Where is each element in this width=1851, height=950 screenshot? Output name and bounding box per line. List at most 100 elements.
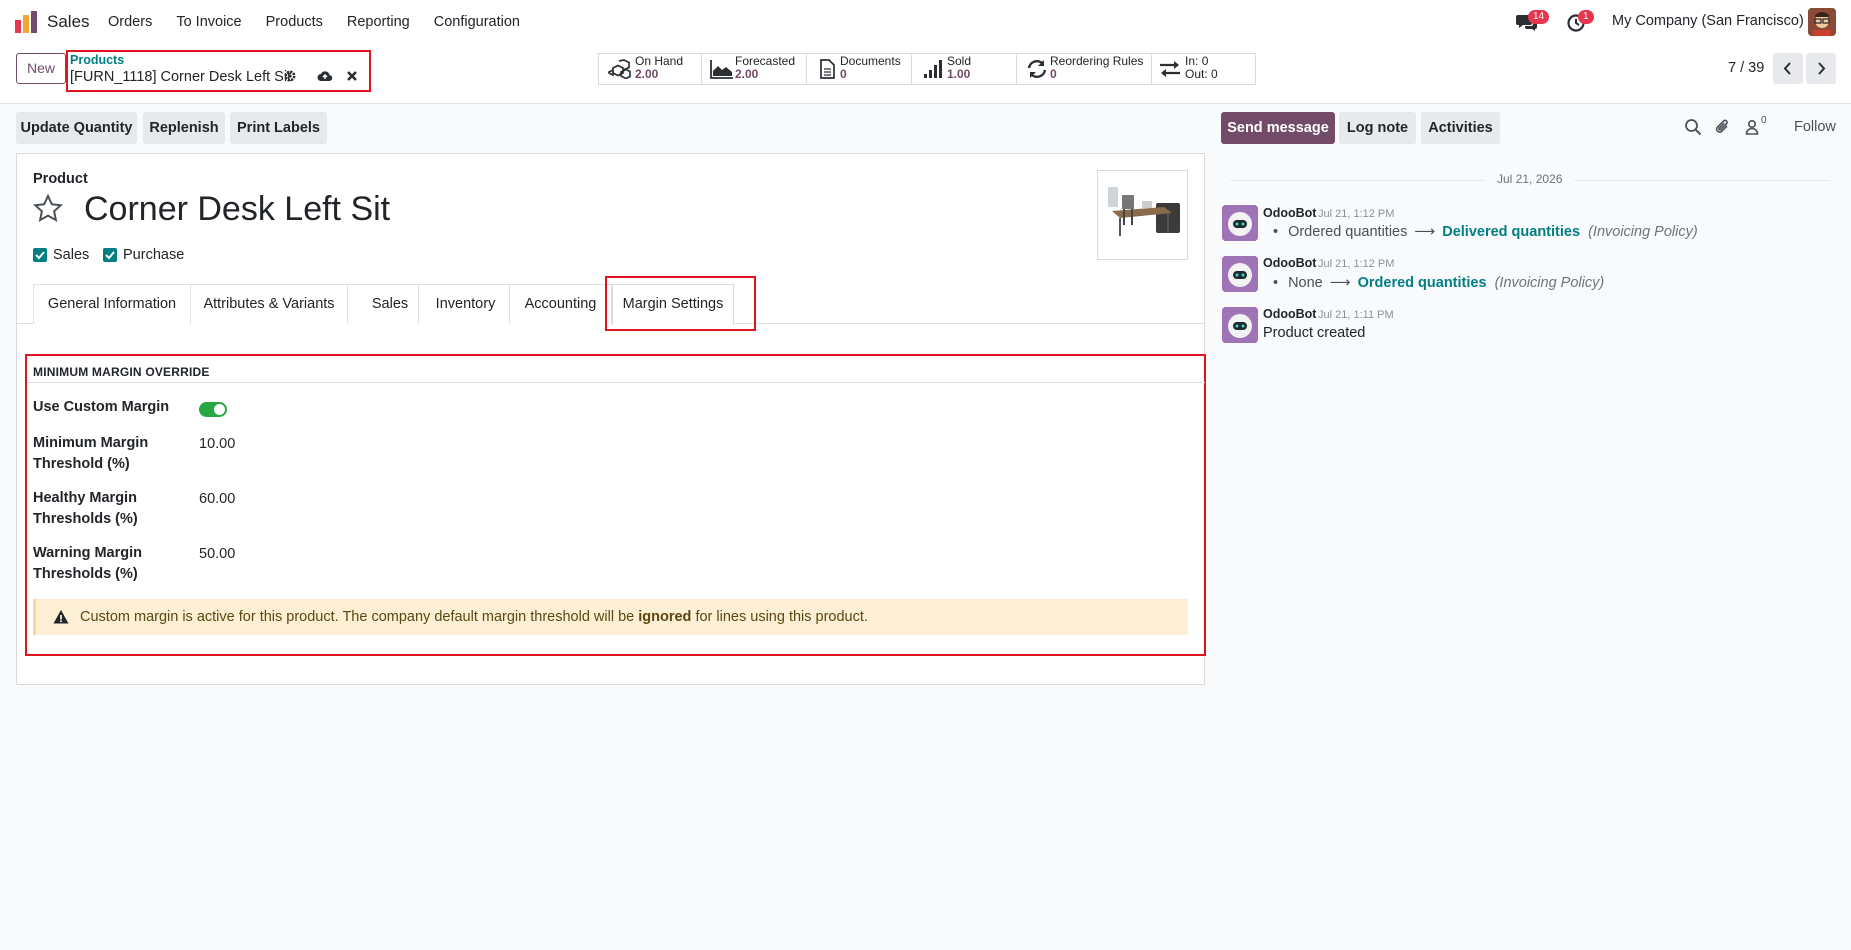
stat-label: Sold [947, 54, 972, 68]
min-threshold-field[interactable]: 10.00 [199, 436, 235, 452]
purchase-checkbox[interactable] [103, 248, 117, 262]
robot-icon [1222, 256, 1258, 292]
log-note-button[interactable]: Log note [1339, 112, 1416, 144]
discard-close-icon[interactable] [345, 69, 359, 83]
odoobot-avatar[interactable] [1222, 256, 1258, 292]
stat-label: Reordering Rules [1050, 54, 1144, 68]
paperclip-icon[interactable] [1714, 118, 1732, 136]
sales-checkbox[interactable] [33, 248, 47, 262]
breadcrumb-current: [FURN_1118] Corner Desk Left Sit [70, 69, 292, 85]
stat-reordering-rules[interactable]: Reordering Rules 0 [1016, 53, 1151, 85]
min-threshold-label: Minimum Margin Threshold (%) [33, 435, 149, 472]
update-quantity-button[interactable]: Update Quantity [16, 112, 137, 144]
menu-reporting[interactable]: Reporting [347, 14, 410, 30]
pager-previous-button[interactable] [1773, 53, 1803, 84]
replenish-button[interactable]: Replenish [143, 112, 225, 144]
activities-badge: 1 [1578, 10, 1594, 24]
stat-value: 2.00 [635, 67, 659, 81]
product-label: Product [33, 171, 88, 187]
message-time: Jul 21, 1:12 PM [1318, 208, 1395, 220]
warning-threshold-field[interactable]: 50.00 [199, 546, 235, 562]
warning-triangle-icon [53, 610, 69, 624]
healthy-threshold-label: Healthy Margin Thresholds (%) [33, 490, 138, 527]
user-avatar[interactable] [1808, 8, 1836, 36]
send-message-button[interactable]: Send message [1221, 112, 1335, 144]
gear-icon[interactable] [283, 69, 297, 83]
stat-in-out[interactable]: In: 0 Out: 0 [1151, 53, 1256, 85]
date-label: Jul 21, 2026 [1485, 172, 1575, 186]
active-tab-highlight [605, 276, 756, 331]
print-labels-button[interactable]: Print Labels [230, 112, 327, 144]
menu-configuration[interactable]: Configuration [434, 14, 520, 30]
stat-on-hand[interactable]: On Hand 2.00 [598, 53, 701, 85]
alert-text: Custom margin is active for this product… [80, 609, 868, 625]
favorite-star-icon[interactable] [32, 193, 64, 225]
message-time: Jul 21, 1:11 PM [1318, 309, 1394, 321]
warning-threshold-label: Warning Margin Thresholds (%) [33, 545, 143, 582]
stat-value: 0 [1050, 67, 1057, 81]
breadcrumb-parent[interactable]: Products [70, 53, 124, 67]
top-navbar: Sales Orders To Invoice Products Reporti… [0, 0, 1851, 44]
robot-icon [1222, 307, 1258, 343]
product-image[interactable] [1097, 170, 1188, 260]
tab-inventory[interactable]: Inventory [418, 284, 513, 324]
menu-orders[interactable]: Orders [108, 14, 152, 30]
stat-documents[interactable]: Documents 0 [806, 53, 911, 85]
use-custom-margin-label: Use Custom Margin [33, 399, 170, 415]
message-author: OdooBot [1263, 256, 1317, 270]
message-body: Product created [1263, 325, 1366, 341]
tab-general-information[interactable]: General Information [33, 284, 191, 324]
custom-margin-alert: Custom margin is active for this product… [33, 599, 1188, 635]
odoobot-avatar[interactable] [1222, 307, 1258, 343]
main-menu: Orders To Invoice Products Reporting Con… [108, 14, 544, 30]
section-divider [27, 382, 1205, 383]
message-author: OdooBot [1263, 206, 1317, 220]
stat-value: 2.00 [735, 67, 759, 81]
chevron-left-icon [1783, 62, 1791, 75]
pager-value[interactable]: 7 / 39 [1728, 60, 1764, 76]
area-chart-icon [710, 60, 733, 79]
menu-to-invoice[interactable]: To Invoice [176, 14, 241, 30]
document-icon [820, 59, 835, 79]
stat-label: On Hand [635, 54, 684, 68]
tab-attributes-variants[interactable]: Attributes & Variants [190, 284, 348, 324]
stat-label: Forecasted [735, 54, 796, 68]
menu-products[interactable]: Products [266, 14, 323, 30]
stat-forecasted[interactable]: Forecasted 2.00 [701, 53, 806, 85]
control-panel: New Products [FURN_1118] Corner Desk Lef… [0, 44, 1851, 104]
company-switcher[interactable]: My Company (San Francisco) [1612, 13, 1804, 29]
section-title: MINIMUM MARGIN OVERRIDE [33, 365, 210, 379]
alert-emphasis: ignored [638, 609, 692, 625]
follow-button[interactable]: Follow [1794, 119, 1836, 135]
message-time: Jul 21, 1:12 PM [1318, 258, 1395, 270]
pager-next-button[interactable] [1806, 53, 1836, 84]
followers-count: 0 [1761, 115, 1767, 126]
search-icon[interactable] [1684, 118, 1702, 136]
checkmark-icon [105, 251, 115, 260]
new-button[interactable]: New [16, 53, 66, 84]
stat-out: Out: 0 [1185, 67, 1218, 81]
activities-button[interactable]: Activities [1421, 112, 1500, 144]
cubes-icon [608, 59, 631, 79]
refresh-icon [1027, 60, 1047, 78]
checkmark-icon [35, 251, 45, 260]
tracking-value-line: • Ordered quantities ⟶ Delivered quantiti… [1273, 224, 1698, 240]
use-custom-margin-toggle[interactable] [199, 402, 227, 417]
odoobot-avatar[interactable] [1222, 205, 1258, 241]
follower-user-icon[interactable] [1745, 118, 1759, 136]
sales-app-icon[interactable] [15, 11, 37, 33]
signal-bars-icon [924, 60, 942, 78]
app-name[interactable]: Sales [47, 12, 90, 32]
message-author: OdooBot [1263, 307, 1317, 321]
stat-value: 0 [840, 67, 847, 81]
stat-sold[interactable]: Sold 1.00 [911, 53, 1016, 85]
product-name-field[interactable]: Corner Desk Left Sit [84, 190, 390, 229]
tab-accounting[interactable]: Accounting [509, 284, 612, 324]
exchange-arrows-icon [1160, 61, 1180, 77]
healthy-threshold-field[interactable]: 60.00 [199, 491, 235, 507]
stat-label: Documents [840, 54, 901, 68]
stat-value: 1.00 [947, 67, 971, 81]
messages-badge: 14 [1528, 10, 1550, 24]
desk-image [1098, 171, 1187, 259]
cloud-upload-icon[interactable] [317, 69, 333, 83]
